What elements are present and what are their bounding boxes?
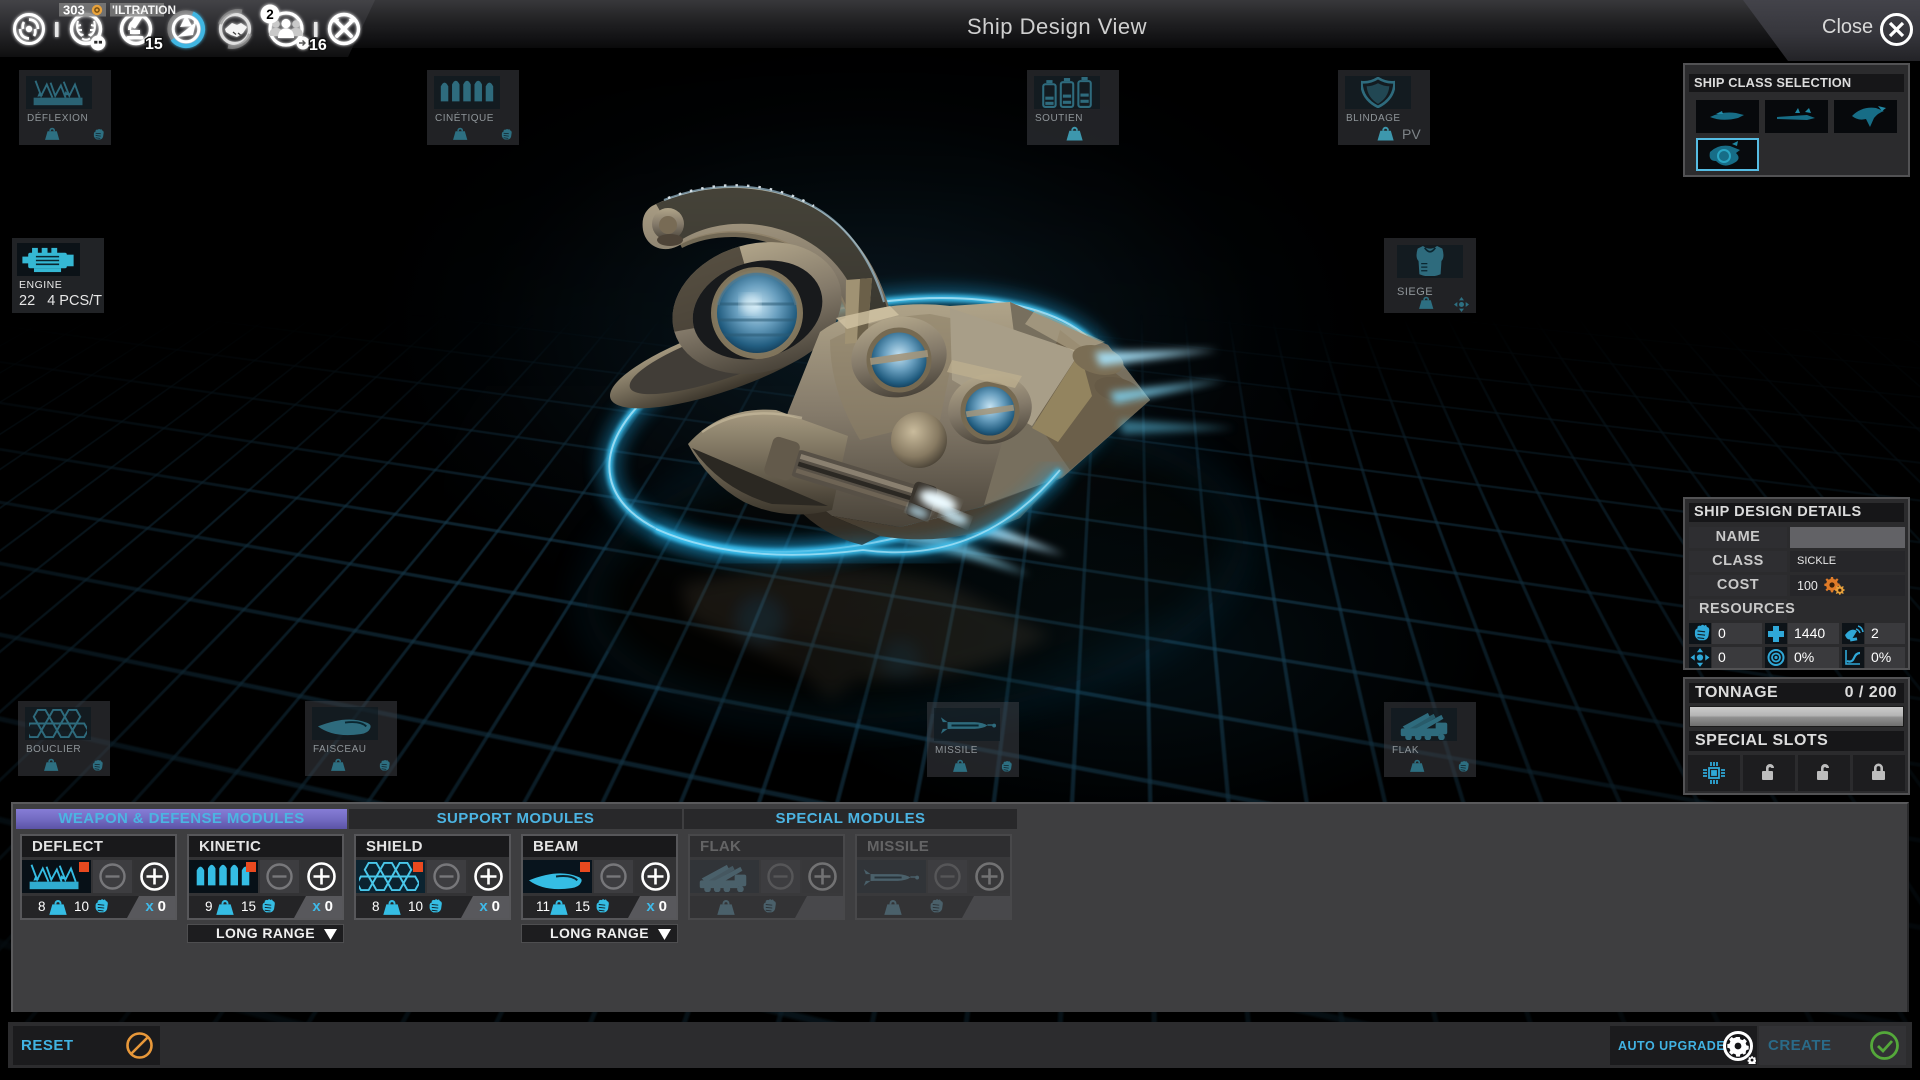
svg-text:303: 303 [63,3,85,18]
svg-text:16: 16 [309,37,327,54]
svg-text:15: 15 [145,36,163,53]
svg-text:'ILTRATION: 'ILTRATION [112,3,176,17]
svg-text:2: 2 [266,7,274,22]
